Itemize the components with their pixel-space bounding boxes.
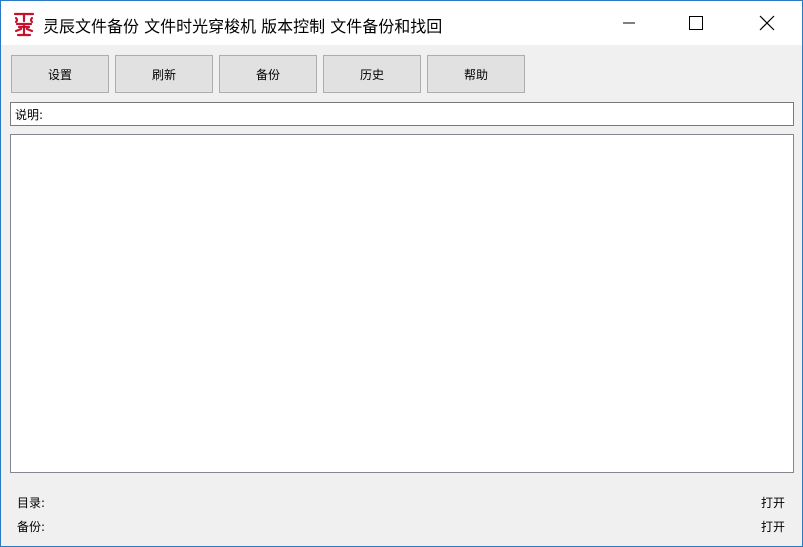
minimize-button[interactable]	[606, 1, 652, 45]
open-directory-link[interactable]: 打开	[761, 494, 785, 511]
app-window: 灵辰文件备份 文件时光穿梭机 版本控制 文件备份和找回 设置 刷新 备份 历史 …	[0, 0, 803, 547]
maximize-button[interactable]	[673, 1, 719, 45]
minimize-icon	[623, 22, 635, 24]
directory-label: 目录:	[17, 496, 46, 510]
description-label: 说明:	[15, 107, 44, 122]
close-icon	[759, 15, 775, 31]
help-button[interactable]: 帮助	[427, 55, 525, 93]
title-bar[interactable]: 灵辰文件备份 文件时光穿梭机 版本控制 文件备份和找回	[1, 1, 802, 45]
open-backup-link[interactable]: 打开	[761, 518, 785, 535]
backup-path-label: 备份:	[17, 520, 46, 534]
settings-button[interactable]: 设置	[11, 55, 109, 93]
description-input[interactable]	[45, 104, 793, 124]
refresh-button[interactable]: 刷新	[115, 55, 213, 93]
maximize-icon	[689, 16, 703, 30]
history-button[interactable]: 历史	[323, 55, 421, 93]
backup-button[interactable]: 备份	[219, 55, 317, 93]
close-button[interactable]	[744, 1, 790, 45]
window-title: 灵辰文件备份 文件时光穿梭机 版本控制 文件备份和找回	[43, 17, 443, 36]
seal-logo-icon	[13, 12, 35, 37]
file-list-area[interactable]	[10, 134, 794, 473]
description-field[interactable]: 说明:	[10, 102, 794, 126]
